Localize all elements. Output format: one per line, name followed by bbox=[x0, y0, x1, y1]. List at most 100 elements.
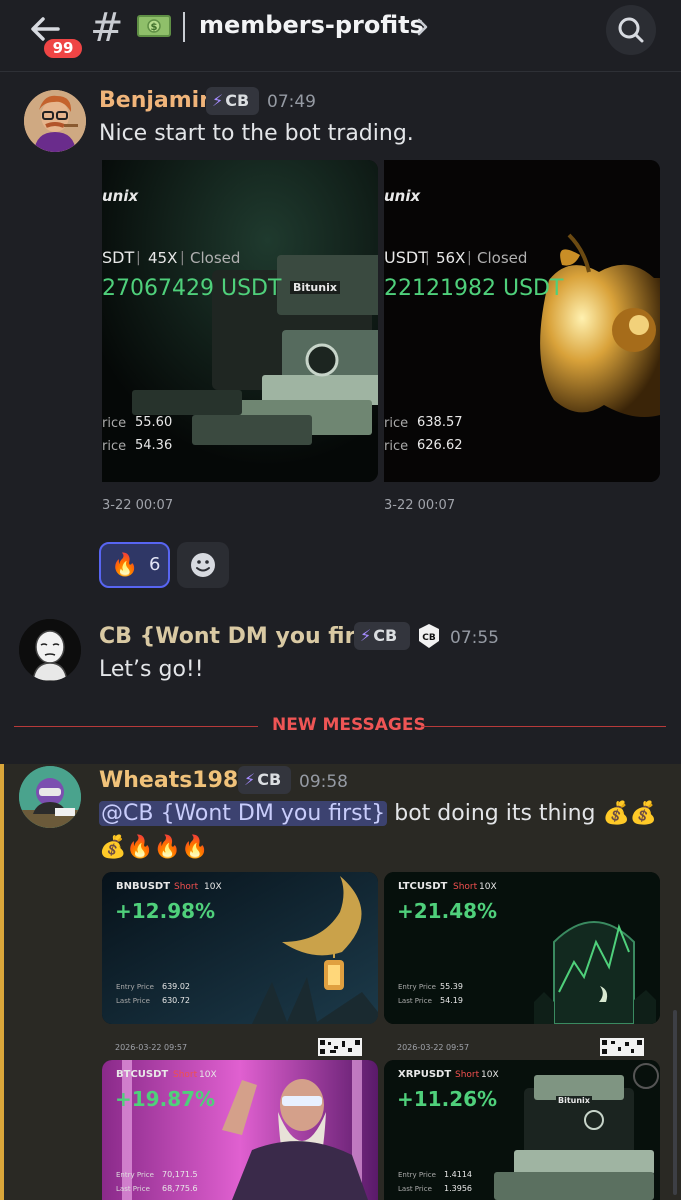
last-price-value: 630.72 bbox=[162, 996, 190, 1005]
card-pair: SDT bbox=[102, 248, 135, 267]
new-messages-divider: NEW MESSAGES bbox=[272, 715, 426, 735]
svg-text:CB: CB bbox=[422, 633, 436, 643]
fire-emoji-icon: 🔥 bbox=[111, 553, 139, 578]
entry-price-value: 1.4114 bbox=[444, 1170, 472, 1179]
last-price-label: rice bbox=[384, 439, 409, 454]
entry-price-value: 639.02 bbox=[162, 982, 190, 991]
entry-price-label: rice bbox=[102, 416, 127, 431]
card-date: 2026-03-22 09:57 bbox=[397, 1043, 470, 1052]
server-tag-label: CB bbox=[373, 626, 398, 645]
title-separator bbox=[183, 12, 185, 42]
channel-name[interactable]: members-profits bbox=[199, 11, 424, 39]
emoji-line: 💰🔥🔥🔥 bbox=[99, 835, 209, 860]
card-divider: | bbox=[467, 250, 472, 266]
username-cb[interactable]: CB {Wont DM you first} bbox=[99, 624, 395, 649]
card-pair: BNBUSDT bbox=[116, 881, 171, 892]
bolt-icon: ⚡ bbox=[244, 770, 256, 789]
chevron-right-icon[interactable] bbox=[414, 17, 430, 37]
server-tag[interactable]: ⚡ CB bbox=[354, 622, 410, 650]
user-mention[interactable]: @CB {Wont DM you first} bbox=[99, 801, 388, 826]
mention-highlight-bar bbox=[0, 764, 4, 1200]
scrollbar[interactable] bbox=[673, 1010, 677, 1195]
timestamp: 07:55 bbox=[450, 628, 499, 648]
trade-card-image[interactable]: unix SDT | 45X | Closed 27067429 USDT Bi… bbox=[102, 160, 378, 482]
entry-price-label: Entry Price bbox=[116, 983, 154, 991]
card-side: Short bbox=[173, 1070, 198, 1080]
dj-character-image bbox=[102, 1060, 378, 1200]
trade-card-btc[interactable]: BTCUSDT Short 10X +19.87% Entry Price 70… bbox=[102, 1060, 378, 1200]
card-pair: LTCUSDT bbox=[398, 881, 448, 892]
trade-card-image[interactable]: unix USDT | 56X | Closed 22121982 USDT r… bbox=[384, 160, 660, 482]
qr-code-icon bbox=[318, 1038, 362, 1056]
last-price-label: Last Price bbox=[116, 997, 150, 1005]
qr-code-icon bbox=[600, 1038, 644, 1056]
card-pair: BTCUSDT bbox=[116, 1069, 169, 1080]
card-brand: unix bbox=[384, 187, 421, 205]
reaction-count: 6 bbox=[149, 554, 161, 575]
server-tag-label: CB bbox=[225, 91, 250, 110]
money-emoji-icon: $ bbox=[137, 15, 171, 37]
card-leverage: 10X bbox=[481, 1070, 499, 1080]
golden-apple-image bbox=[384, 160, 660, 482]
last-price-value: 54.19 bbox=[440, 996, 463, 1005]
card-divider: | bbox=[180, 250, 185, 266]
card-leverage: 10X bbox=[199, 1070, 217, 1080]
timestamp: 07:49 bbox=[267, 92, 316, 112]
username-benjamin[interactable]: Benjamin bbox=[99, 88, 215, 113]
message-text: Nice start to the bot trading. bbox=[99, 121, 414, 146]
card-divider: | bbox=[425, 250, 430, 266]
card-value: 22121982 USDT bbox=[384, 276, 564, 301]
card-watermark: Bitunix bbox=[290, 281, 340, 294]
entry-price-value: 55.39 bbox=[440, 982, 463, 991]
channel-header: 99 # $ members-profits bbox=[0, 0, 681, 72]
card-divider: | bbox=[136, 250, 141, 266]
card-leverage: 10X bbox=[479, 882, 497, 892]
card-status: Closed bbox=[190, 249, 241, 267]
bolt-icon: ⚡ bbox=[360, 626, 372, 645]
svg-text:$: $ bbox=[151, 22, 158, 33]
card-leverage: 56X bbox=[436, 249, 466, 267]
card-status: Closed bbox=[477, 249, 528, 267]
card-pair: XRPUSDT bbox=[398, 1069, 452, 1080]
avatar-cb[interactable] bbox=[19, 619, 81, 681]
entry-price-value: 55.60 bbox=[135, 415, 173, 430]
trade-card-ltc[interactable]: LTCUSDT Short 10X +21.48% Entry Price 55… bbox=[384, 872, 660, 1024]
server-badge-icon[interactable]: CB bbox=[418, 623, 440, 649]
search-icon bbox=[618, 17, 644, 43]
last-price-label: Last Price bbox=[116, 1185, 150, 1193]
entry-price-label: rice bbox=[384, 416, 409, 431]
server-tag[interactable]: ⚡ CB bbox=[206, 87, 259, 115]
card-side: Short bbox=[455, 1070, 480, 1080]
search-button[interactable] bbox=[606, 5, 656, 55]
card-date: 3-22 00:07 bbox=[384, 498, 456, 513]
entry-price-label: Entry Price bbox=[398, 983, 436, 991]
bolt-icon: ⚡ bbox=[212, 91, 224, 110]
avatar-benjamin[interactable] bbox=[24, 90, 86, 152]
timestamp: 09:58 bbox=[299, 772, 348, 792]
last-price-label: Last Price bbox=[398, 1185, 432, 1193]
trade-card-xrp[interactable]: XRPUSDT Short 10X +11.26% Bitunix Entry … bbox=[384, 1060, 660, 1200]
cash-counter-image bbox=[384, 1060, 660, 1200]
last-price-value: 626.62 bbox=[417, 438, 463, 453]
card-watermark: Bitunix bbox=[556, 1096, 592, 1105]
card-pnl: +11.26% bbox=[397, 1087, 498, 1111]
card-side: Short bbox=[174, 882, 199, 892]
trade-card-bnb[interactable]: BNBUSDT Short 10X +12.98% Entry Price 63… bbox=[102, 872, 378, 1024]
card-value: 27067429 USDT bbox=[102, 276, 282, 301]
username-wheats[interactable]: Wheats1984 bbox=[99, 768, 254, 793]
last-price-label: Last Price bbox=[398, 997, 432, 1005]
unread-badge: 99 bbox=[41, 36, 85, 61]
reaction-fire[interactable]: 🔥 6 bbox=[99, 542, 170, 588]
money-bag-emoji-icon: 💰💰 bbox=[602, 801, 658, 826]
add-reaction-button[interactable] bbox=[177, 542, 229, 588]
smile-icon bbox=[191, 553, 215, 577]
card-side: Short bbox=[453, 882, 478, 892]
hash-icon: # bbox=[90, 5, 124, 51]
card-brand: unix bbox=[102, 187, 139, 205]
entry-price-value: 638.57 bbox=[417, 415, 463, 430]
last-price-value: 68,775.6 bbox=[162, 1184, 198, 1193]
avatar-wheats[interactable] bbox=[19, 766, 81, 828]
last-price-label: rice bbox=[102, 439, 127, 454]
server-tag[interactable]: ⚡ CB bbox=[238, 766, 291, 794]
card-pnl: +19.87% bbox=[115, 1087, 216, 1111]
